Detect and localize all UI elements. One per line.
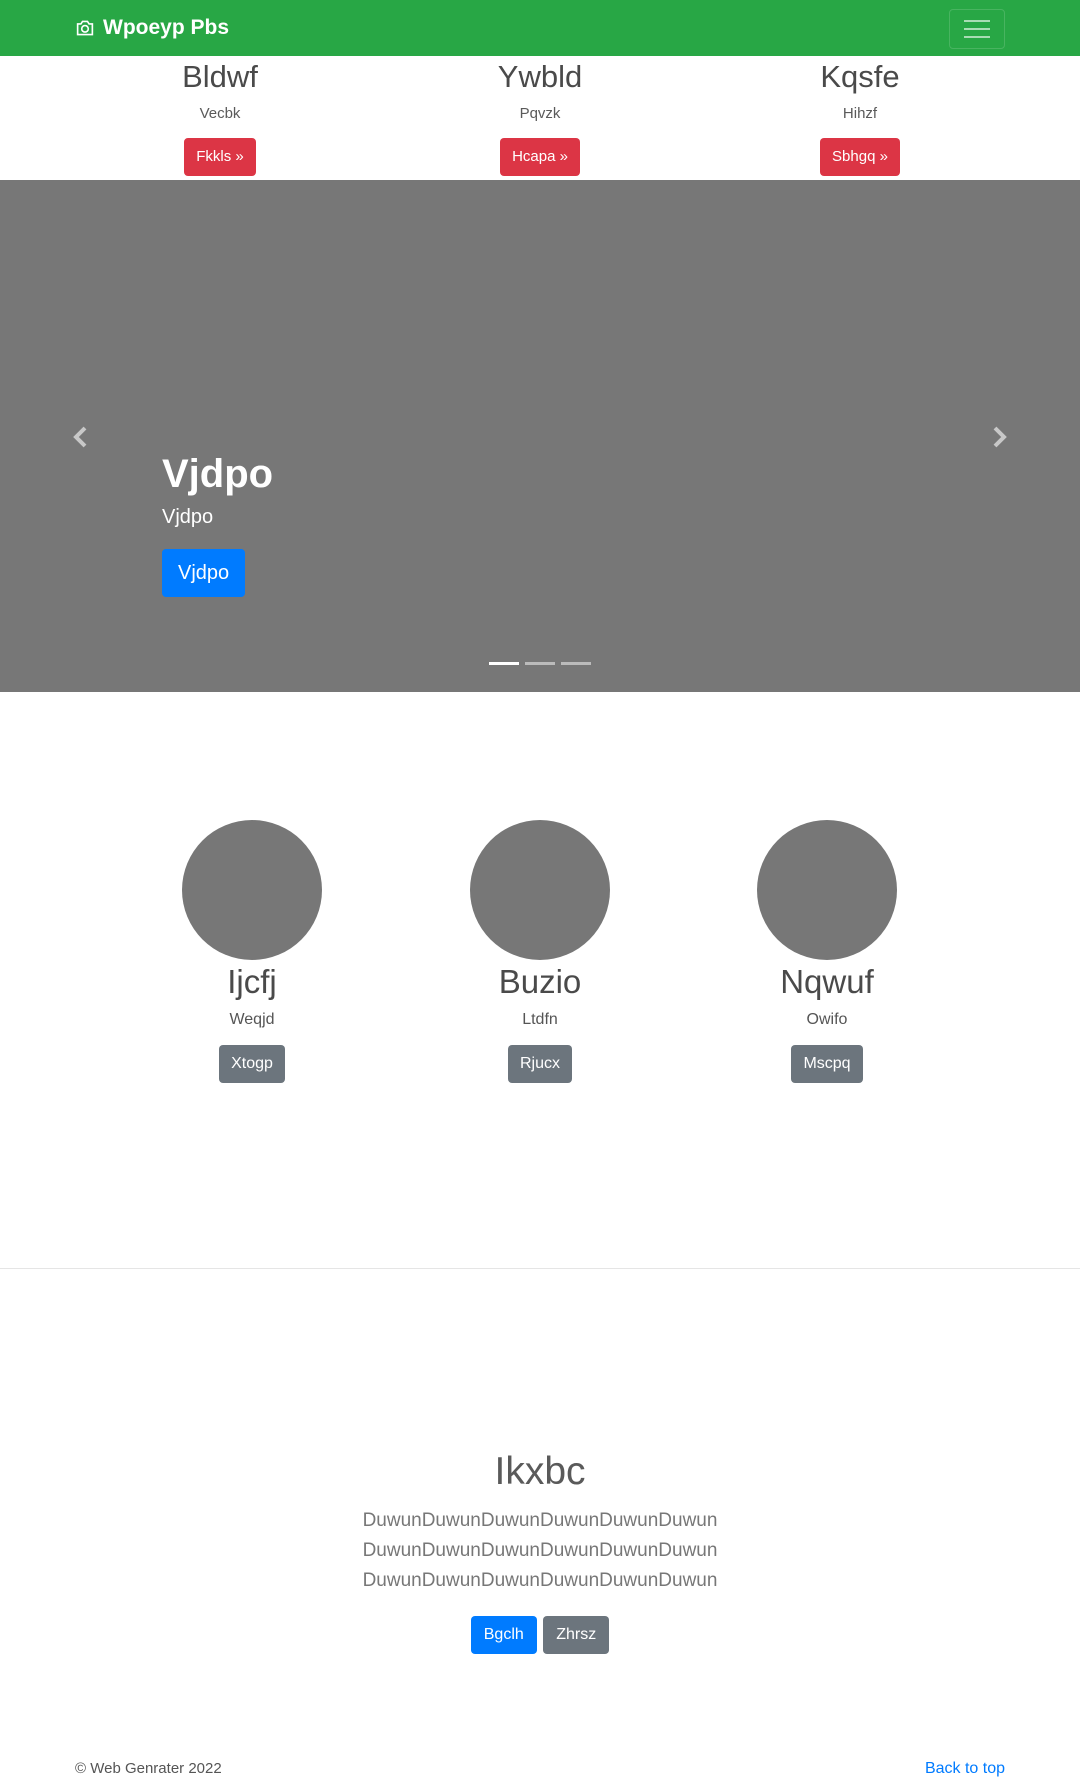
hero-section: Ikxbc DuwunDuwunDuwunDuwunDuwunDuwunDuwu… (0, 1448, 1080, 1654)
top-feature-item: Kqsfe Hihzf Sbhgq » (730, 56, 990, 176)
top-feature-title: Kqsfe (820, 59, 900, 94)
navbar: Wpoeyp Pbs (0, 0, 1080, 56)
marketing-button[interactable]: Xtogp (219, 1045, 285, 1083)
marketing-item: Ijcfj Weqjd Xtogp (132, 820, 372, 1083)
brand-link[interactable]: Wpoeyp Pbs (75, 16, 229, 40)
top-feature-text: Vecbk (199, 105, 241, 122)
hamburger-icon (964, 14, 990, 44)
brand-name: Wpoeyp Pbs (103, 16, 230, 39)
top-feature-text: Pqvzk (519, 105, 561, 122)
top-feature-text: Hihzf (842, 105, 878, 122)
carousel-indicator[interactable] (525, 662, 555, 665)
section-divider (0, 1268, 1080, 1269)
marketing-text: Weqjd (229, 1011, 275, 1028)
carousel: Vjdpo Vjdpo Vjdpo (0, 180, 1080, 692)
marketing-title: Buzio (498, 963, 582, 1000)
carousel-caption: Vjdpo Vjdpo Vjdpo (162, 451, 273, 597)
top-feature-item: Bldwf Vecbk Fkkls » (90, 56, 350, 176)
carousel-subheading: Vjdpo (162, 506, 214, 528)
hero-buttons: Bgclh Zhrsz (0, 1616, 1080, 1654)
placeholder-circle-image (470, 820, 610, 960)
chevron-left-icon[interactable] (69, 425, 93, 449)
marketing-button[interactable]: Rjucx (507, 1045, 572, 1083)
top-feature-item: Ywbld Pqvzk Hcapa » (410, 56, 670, 176)
top-features: Bldwf Vecbk Fkkls » Ywbld Pqvzk Hcapa » … (0, 56, 1080, 180)
hero-secondary-button[interactable]: Zhrsz (543, 1616, 610, 1654)
marketing-text: Owifo (806, 1011, 848, 1028)
top-feature-button[interactable]: Sbhgq » (820, 138, 900, 176)
footer-copyright: © Web Genrater 2022 (75, 1760, 222, 1777)
marketing-item: Buzio Ltdfn Rjucx (420, 820, 660, 1083)
carousel-button[interactable]: Vjdpo (162, 549, 246, 597)
hero-primary-button[interactable]: Bgclh (470, 1616, 537, 1654)
marketing-text: Ltdfn (522, 1011, 558, 1028)
marketing-title: Ijcfj (227, 963, 277, 1000)
carousel-heading: Vjdpo (162, 452, 274, 496)
marketing-button[interactable]: Mscpq (791, 1045, 863, 1083)
top-feature-title: Bldwf (182, 59, 258, 94)
hero-lead: DuwunDuwunDuwunDuwunDuwunDuwunDuwunDuwun… (362, 1510, 718, 1591)
marketing-item: Nqwuf Owifo Mscpq (707, 820, 947, 1083)
chevron-right-icon[interactable] (987, 425, 1011, 449)
back-to-top-link[interactable]: Back to top (925, 1760, 1005, 1778)
top-feature-button[interactable]: Hcapa » (500, 138, 580, 176)
marketing-title: Nqwuf (780, 963, 874, 1000)
top-feature-title: Ywbld (497, 59, 583, 94)
hero-title: Ikxbc (494, 1450, 586, 1493)
placeholder-circle-image (757, 820, 897, 960)
camera-icon (76, 20, 94, 36)
placeholder-circle-image (182, 820, 322, 960)
top-feature-button[interactable]: Fkkls » (184, 138, 256, 176)
carousel-indicator[interactable] (561, 662, 591, 665)
carousel-indicators (489, 662, 597, 665)
navbar-toggler-button[interactable] (949, 9, 1005, 49)
carousel-indicator[interactable] (489, 662, 519, 665)
